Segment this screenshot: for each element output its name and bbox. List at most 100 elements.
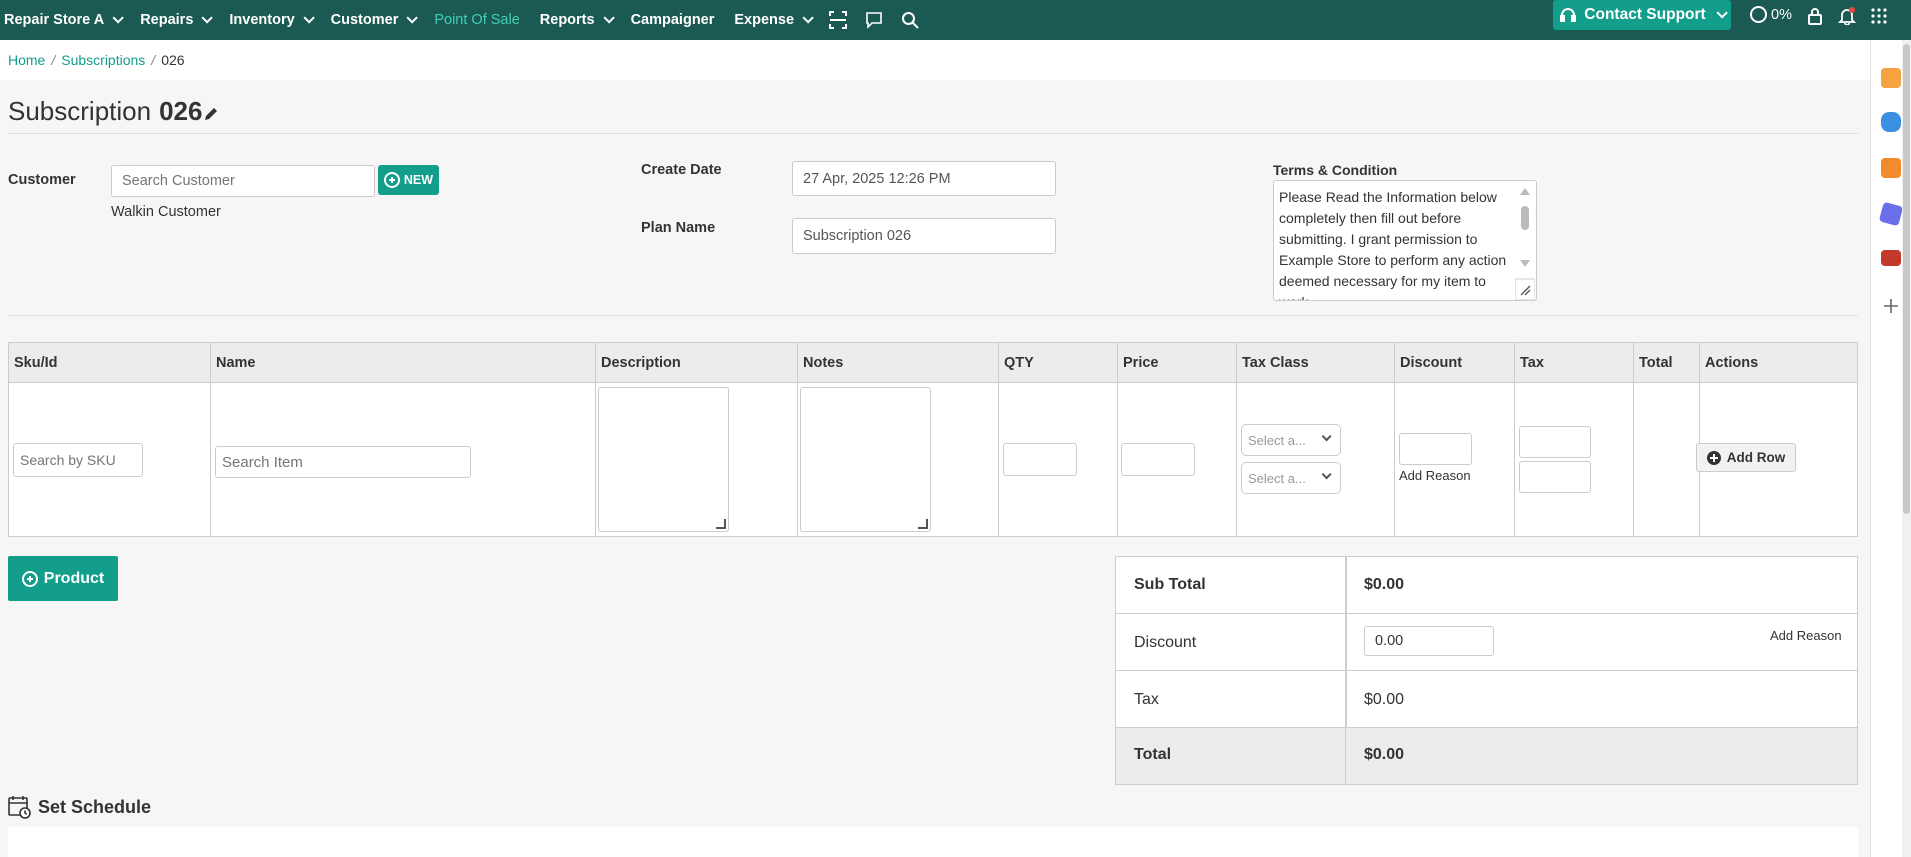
nav-reports-label: Reports <box>539 12 595 28</box>
nav-customer[interactable]: Customer <box>321 0 425 40</box>
divider <box>8 133 1858 134</box>
breadcrumb-separator: / <box>151 52 156 68</box>
col-actions: Actions <box>1705 355 1759 371</box>
terms-scrollbar[interactable] <box>1514 182 1536 300</box>
nav-reports[interactable]: Reports <box>530 0 621 40</box>
chat-icon[interactable] <box>856 0 892 40</box>
scrollbar-thumb[interactable] <box>1903 44 1910 514</box>
apps-grid-icon[interactable] <box>1861 0 1897 36</box>
contact-support-button[interactable]: Contact Support <box>1553 0 1731 30</box>
chevron-down-icon <box>802 12 814 24</box>
store-name: Repair Store A <box>4 12 105 28</box>
pencil-icon[interactable] <box>204 107 218 121</box>
table-cell <box>1237 383 1395 536</box>
item-search-input[interactable] <box>215 446 471 478</box>
customer-name: Walkin Customer <box>111 204 221 220</box>
terms-text: Please Read the Information below comple… <box>1279 189 1507 300</box>
add-product-button[interactable]: Product <box>8 556 118 601</box>
chevron-down-icon <box>1716 7 1728 19</box>
chevron-down-icon <box>201 12 214 24</box>
col-description: Description <box>596 343 798 383</box>
bell-icon[interactable] <box>1829 0 1865 36</box>
total-label: Total <box>1134 746 1172 763</box>
terms-label: Terms & Condition <box>1273 162 1398 178</box>
cards-icon[interactable] <box>1878 201 1904 227</box>
discount-label: Discount <box>1134 634 1197 651</box>
create-date-field[interactable]: 27 Apr, 2025 12:26 PM <box>792 161 1056 196</box>
table-header-row: Sku/Id Name Description Notes QTY Price … <box>9 343 1857 383</box>
plus-circle-icon <box>21 570 38 587</box>
headset-icon <box>1560 8 1577 22</box>
notes-textarea[interactable] <box>800 387 931 532</box>
scan-icon[interactable] <box>820 0 856 40</box>
nav-repairs-label: Repairs <box>140 12 194 28</box>
col-tax: Tax <box>1515 343 1634 383</box>
price-input[interactable] <box>1121 443 1195 476</box>
col-name: Name <box>211 343 596 383</box>
office-icon[interactable] <box>1881 158 1901 178</box>
nav-campaigner-label: Campaigner <box>630 12 715 28</box>
subtotal-label: Sub Total <box>1134 576 1206 593</box>
chevron-down-icon <box>406 12 419 24</box>
product-button-label: Product <box>43 569 105 587</box>
nav-inventory[interactable]: Inventory <box>219 0 320 40</box>
nav-point-of-sale[interactable]: Point Of Sale <box>424 0 529 40</box>
total-discount-input[interactable]: 0.00 <box>1364 626 1494 656</box>
nav-inventory-label: Inventory <box>229 12 295 28</box>
contact-support-label: Contact Support <box>1584 6 1706 23</box>
page-title-text: Subscription <box>8 96 152 126</box>
sku-search-input[interactable] <box>13 443 143 477</box>
tax-input-2[interactable] <box>1519 461 1591 493</box>
discount-input[interactable] <box>1399 433 1472 465</box>
lock-icon[interactable] <box>1797 0 1833 36</box>
col-tax-class: Tax Class <box>1237 343 1395 383</box>
chat-bubbles-icon[interactable] <box>1881 112 1901 132</box>
totals-table: Sub Total $0.00 Discount 0.00 Add Reason… <box>1115 556 1858 785</box>
resize-grip-icon <box>918 519 928 529</box>
qty-input[interactable] <box>1003 443 1077 476</box>
select-placeholder: Select a... <box>1248 432 1306 448</box>
col-discount: Discount <box>1395 343 1515 383</box>
add-icon[interactable] <box>1881 296 1901 316</box>
divider <box>8 315 1858 316</box>
new-customer-button[interactable]: NEW <box>378 165 439 195</box>
plan-name-field[interactable]: Subscription 026 <box>792 218 1056 254</box>
nav-customer-label: Customer <box>330 12 399 28</box>
tax-input-1[interactable] <box>1519 426 1591 458</box>
nav-campaigner[interactable]: Campaigner <box>621 0 725 40</box>
gift-icon[interactable] <box>1881 68 1901 88</box>
progress-indicator[interactable]: 0% <box>1750 6 1792 23</box>
tax-value: $0.00 <box>1364 691 1405 708</box>
terms-textarea[interactable]: Please Read the Information below comple… <box>1273 180 1537 301</box>
tax-class-select-1[interactable]: Select a... <box>1241 424 1341 456</box>
store-selector[interactable]: Repair Store A <box>0 0 130 40</box>
subtotal-row: Sub Total $0.00 <box>1116 557 1857 614</box>
description-textarea[interactable] <box>598 387 729 532</box>
nav-repairs[interactable]: Repairs <box>130 0 219 40</box>
chevron-down-icon <box>1321 431 1332 442</box>
breadcrumb-home[interactable]: Home <box>8 52 45 68</box>
search-icon[interactable] <box>892 0 928 40</box>
col-sku: Sku/Id <box>9 343 211 383</box>
printer-icon[interactable] <box>1881 250 1901 266</box>
nav-expense[interactable]: Expense <box>724 0 820 40</box>
add-reason-link[interactable]: Add Reason <box>1399 468 1471 483</box>
page-title: Subscription 026 <box>8 96 218 127</box>
nav-pos-label: Point Of Sale <box>434 12 520 28</box>
customer-search-input[interactable] <box>111 165 375 197</box>
progress-value: 0% <box>1771 6 1792 23</box>
add-row-button[interactable]: Add Row <box>1696 443 1796 472</box>
set-schedule-heading: Set Schedule <box>8 795 151 819</box>
page-scrollbar[interactable] <box>1902 40 1911 857</box>
tax-row: Tax $0.00 <box>1116 671 1857 728</box>
subscription-number: 026 <box>159 96 203 126</box>
tax-class-select-2[interactable]: Select a... <box>1241 462 1341 494</box>
select-placeholder: Select a... <box>1248 470 1306 486</box>
chevron-down-icon <box>112 12 124 24</box>
progress-circle-icon <box>1750 6 1767 23</box>
new-button-label: NEW <box>403 173 434 187</box>
breadcrumb-subscriptions[interactable]: Subscriptions <box>61 52 145 68</box>
breadcrumb-current: 026 <box>161 52 185 68</box>
table-cell <box>1634 383 1700 536</box>
discount-add-reason-link[interactable]: Add Reason <box>1770 628 1842 643</box>
